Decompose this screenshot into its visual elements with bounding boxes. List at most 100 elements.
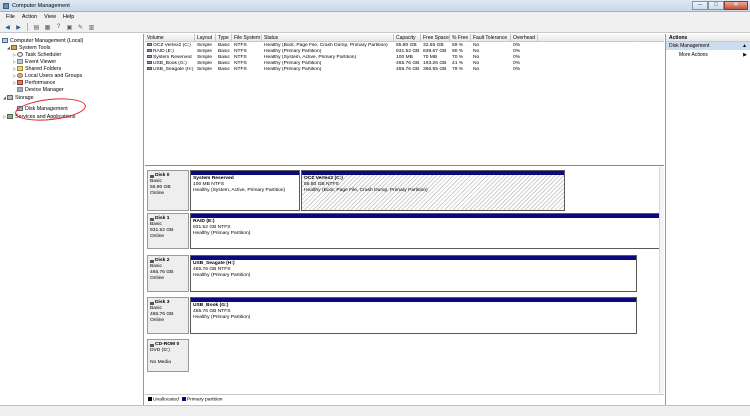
tree-task-scheduler[interactable]: ▷ Task Scheduler: [12, 51, 61, 58]
settings-icon[interactable]: ✎: [76, 23, 85, 31]
tree-label: Storage: [15, 94, 34, 101]
unallocated-swatch: [148, 396, 152, 401]
window-controls: ─ □ ✕: [692, 1, 748, 10]
navigation-tree: Computer Management (Local) ◢ System Too…: [0, 34, 144, 416]
disk-1-info[interactable]: Disk 1 Basic 931.52 GB Online: [147, 213, 189, 249]
legend-primary: Primary partition: [181, 396, 222, 402]
help-icon[interactable]: ?: [54, 23, 63, 31]
tree-label: Shared Folders: [25, 65, 62, 72]
legend-unallocated: Unallocated: [148, 396, 179, 402]
folder-icon: [17, 66, 23, 71]
column-header-overhead[interactable]: Overhead: [511, 34, 538, 42]
actions-header: Actions: [666, 34, 750, 42]
menu-view[interactable]: View: [42, 12, 61, 22]
tree-services[interactable]: ▷ Services and Applications: [2, 113, 75, 120]
tree-label: Disk Management: [25, 105, 68, 112]
tree-device-manager[interactable]: Device Manager: [12, 86, 64, 93]
tree-label: Services and Applications: [15, 113, 76, 120]
disk-0-info[interactable]: Disk 0 Basic 55.90 GB Online: [147, 170, 189, 211]
capacity-cell: 465.76 GB: [396, 67, 420, 72]
menu-action[interactable]: Action: [20, 12, 42, 22]
properties-icon[interactable]: ▦: [43, 23, 52, 31]
disk-management-icon: [17, 106, 23, 111]
close-button[interactable]: ✕: [724, 1, 748, 10]
view-icon[interactable]: ▥: [87, 23, 96, 31]
menu-file[interactable]: File: [4, 12, 20, 22]
column-header-type[interactable]: Type: [216, 34, 232, 42]
tree-root[interactable]: Computer Management (Local): [2, 37, 83, 44]
disk-2-info[interactable]: Disk 2 Basic 465.76 GB Online: [147, 255, 189, 292]
disk-icon: [150, 174, 154, 178]
disk-graphical-view: Disk 0 Basic 55.90 GB Online System Rese…: [145, 167, 664, 393]
tree-performance[interactable]: ▷ Performance: [12, 79, 55, 86]
status-bar: [0, 405, 750, 416]
column-header-status[interactable]: Status: [262, 34, 394, 42]
disk-icon: [150, 301, 154, 305]
performance-icon: [17, 80, 23, 85]
tree-label: Device Manager: [25, 86, 64, 93]
tree-label: Computer Management (Local): [10, 37, 84, 44]
partition-status: Healthy (Primary Partition): [193, 273, 251, 278]
column-header-percent-free[interactable]: % Free: [450, 34, 471, 42]
tree-local-users[interactable]: ▷ Local Users and Groups: [12, 72, 82, 79]
free-space-cell: 366.55 GB: [423, 67, 447, 72]
partition-ocz-vertex2[interactable]: OCZ Vertex2 (C:) 55.80 GB NTFS Healthy (…: [301, 170, 565, 211]
column-header-file-system[interactable]: File System: [232, 34, 262, 42]
partition-status: Healthy (Primary Partition): [193, 231, 251, 236]
disk-3-info[interactable]: Disk 3 Basic 465.76 GB Online: [147, 297, 189, 334]
actions-section-label: Disk Management: [669, 43, 710, 49]
layout-cell: Simple: [197, 67, 212, 72]
cdrom-0-info[interactable]: CD-ROM 0 DVD (D:) No Media: [147, 339, 189, 372]
disk-status: Online: [150, 234, 165, 239]
volume-list-header: Volume Layout Type File System Status Ca…: [145, 34, 664, 42]
percent-free-cell: 79 %: [452, 67, 464, 72]
column-header-layout[interactable]: Layout: [195, 34, 216, 42]
table-row[interactable]: USB_Seagate (H:) Simple Basic NTFS Healt…: [145, 67, 664, 73]
volume-icon: [147, 55, 152, 59]
maximize-button[interactable]: □: [708, 1, 724, 10]
column-header-fault-tolerance[interactable]: Fault Tolerance: [471, 34, 511, 42]
up-icon[interactable]: ▤: [32, 23, 41, 31]
volume-cell: USB_Seagate (H:): [145, 67, 195, 73]
vertical-scrollbar[interactable]: [659, 167, 664, 393]
column-header-free-space[interactable]: Free Space: [421, 34, 450, 42]
column-header-volume[interactable]: Volume: [145, 34, 195, 42]
file-system-cell: NTFS: [234, 67, 247, 72]
tree-shared-folders[interactable]: ▷ Shared Folders: [12, 65, 61, 72]
event-viewer-icon: [17, 59, 23, 64]
tree-disk-management[interactable]: Disk Management: [12, 105, 68, 112]
tree-system-tools[interactable]: ◢ System Tools: [6, 44, 50, 51]
partition-usb-book[interactable]: USB_Book (G:) 465.76 GB NTFS Healthy (Pr…: [190, 297, 637, 334]
tree-storage[interactable]: ◢ Storage: [2, 94, 34, 101]
partition-system-reserved[interactable]: System Reserved 100 MB NTFS Healthy (Sys…: [190, 170, 300, 211]
services-icon: [7, 114, 13, 119]
forward-icon[interactable]: ▶: [14, 23, 23, 31]
cdrom-icon: [150, 343, 154, 347]
collapse-arrow-icon[interactable]: ▲: [742, 43, 747, 49]
partition-raid[interactable]: RAID (E:) 931.52 GB NTFS Healthy (Primar…: [190, 213, 661, 249]
overhead-cell: 0%: [513, 67, 521, 72]
toolbox-icon: [11, 45, 17, 50]
column-header-capacity[interactable]: Capacity: [394, 34, 421, 42]
more-actions-label: More Actions: [679, 52, 708, 58]
computer-icon: [2, 38, 8, 43]
tree-label: Local Users and Groups: [25, 72, 83, 79]
volume-list: Volume Layout Type File System Status Ca…: [145, 34, 664, 166]
partition-status: Healthy (System, Active, Primary Partiti…: [193, 188, 286, 193]
back-icon[interactable]: ◀: [3, 23, 12, 31]
actions-section-disk-management[interactable]: Disk Management ▲: [666, 42, 750, 50]
tree-label: Performance: [25, 79, 56, 86]
tree-event-viewer[interactable]: ▷ Event Viewer: [12, 58, 56, 65]
fault-tolerance-cell: No: [473, 67, 480, 72]
partition-usb-seagate[interactable]: USB_Seagate (H:) 465.76 GB NTFS Healthy …: [190, 255, 637, 292]
refresh-icon[interactable]: ▣: [65, 23, 74, 31]
toolbar-separator: [27, 23, 28, 31]
window-title: Computer Management: [12, 3, 70, 9]
minimize-button[interactable]: ─: [692, 1, 708, 10]
more-actions-item[interactable]: More Actions ▶: [666, 50, 750, 59]
title-bar: Computer Management ─ □ ✕: [0, 0, 750, 12]
partition-legend: Unallocated Primary partition: [145, 394, 664, 404]
volume-icon: [147, 67, 152, 71]
menu-help[interactable]: Help: [61, 12, 79, 22]
volume-icon: [147, 49, 152, 53]
